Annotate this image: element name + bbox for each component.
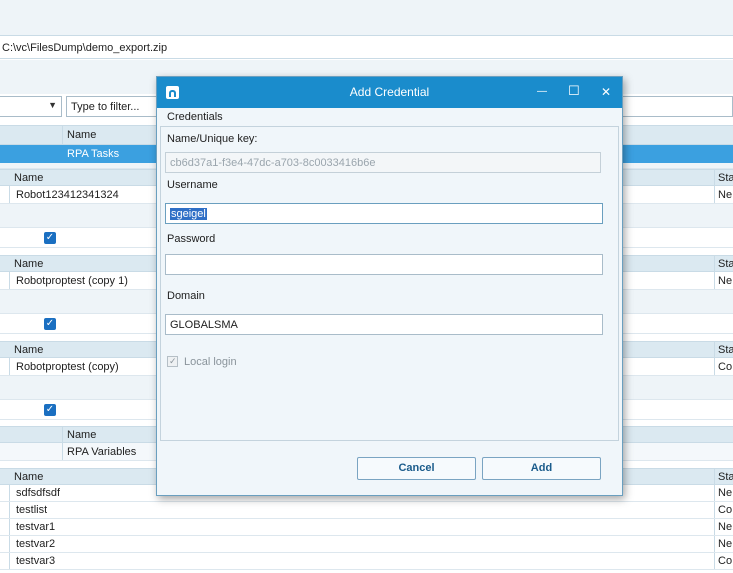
status-header: Sta bbox=[718, 343, 733, 356]
name-header: Name bbox=[14, 343, 44, 356]
name-header: Name bbox=[14, 470, 44, 483]
filter-placeholder: Type to filter... bbox=[71, 100, 140, 113]
export-path-text: C:\vc\FilesDump\demo_export.zip bbox=[2, 41, 168, 54]
local-login-label: Local login bbox=[184, 356, 237, 368]
row-name: sdfsdfsdf bbox=[16, 487, 61, 499]
row-name: Robotproptest (copy) bbox=[16, 360, 119, 373]
maximize-icon[interactable]: ☐ bbox=[568, 84, 580, 97]
checkbox-checked[interactable]: ✓ bbox=[44, 404, 56, 416]
row-status: Co bbox=[718, 555, 733, 567]
rpa-variables-label: RPA Variables bbox=[67, 445, 137, 458]
name-header: Name bbox=[14, 171, 44, 184]
rpa-tasks-label: RPA Tasks bbox=[67, 148, 120, 160]
export-path-field[interactable]: C:\vc\FilesDump\demo_export.zip bbox=[0, 37, 733, 59]
name-key-field[interactable]: cb6d37a1-f3e4-47dc-a703-8c0033416b6e bbox=[165, 152, 601, 173]
status-header: Sta bbox=[718, 257, 733, 270]
checkmark-icon: ✓ bbox=[169, 356, 177, 366]
table-row[interactable]: testvar2 Ne bbox=[0, 536, 733, 553]
dialog-titlebar[interactable]: Add Credential — ☐ ✕ bbox=[157, 77, 622, 108]
row-status: Co bbox=[718, 504, 733, 516]
row-name: testvar3 bbox=[16, 555, 56, 567]
row-status: Co bbox=[718, 360, 733, 373]
row-status: Ne bbox=[718, 274, 733, 287]
row-status: Ne bbox=[718, 538, 733, 550]
domain-field[interactable]: GLOBALSMA bbox=[165, 314, 603, 335]
variables-name-header: Name bbox=[67, 428, 97, 441]
password-label: Password bbox=[167, 233, 216, 245]
name-key-value: cb6d37a1-f3e4-47dc-a703-8c0033416b6e bbox=[170, 156, 376, 169]
credentials-section-title: Credentials bbox=[167, 111, 223, 123]
name-key-label: Name/Unique key: bbox=[167, 133, 258, 145]
domain-label: Domain bbox=[167, 290, 205, 302]
row-name: testlist bbox=[16, 504, 48, 516]
minimize-icon[interactable]: — bbox=[537, 86, 547, 98]
domain-value: GLOBALSMA bbox=[170, 318, 238, 331]
row-status: Ne bbox=[718, 521, 733, 533]
top-toolbar bbox=[0, 0, 733, 36]
row-status: Ne bbox=[718, 188, 733, 201]
row-name: testvar2 bbox=[16, 538, 56, 550]
checkbox-checked[interactable]: ✓ bbox=[44, 232, 56, 244]
cancel-button[interactable]: Cancel bbox=[357, 457, 476, 480]
table-row[interactable]: testlist Co bbox=[0, 502, 733, 519]
row-name: testvar1 bbox=[16, 521, 56, 533]
credentials-panel bbox=[160, 126, 619, 441]
add-credential-dialog: Add Credential — ☐ ✕ Credentials Name/Un… bbox=[156, 76, 623, 496]
table-row[interactable]: testvar1 Ne bbox=[0, 519, 733, 536]
status-header: Sta bbox=[718, 470, 733, 483]
row-name: Robot123412341324 bbox=[16, 188, 119, 201]
tasks-name-header: Name bbox=[67, 129, 97, 141]
close-icon[interactable]: ✕ bbox=[601, 86, 611, 98]
table-row[interactable]: testvar3 Co bbox=[0, 553, 733, 570]
local-login-checkbox[interactable]: ✓ bbox=[167, 356, 178, 367]
username-field[interactable]: sgeigel bbox=[165, 203, 603, 224]
row-name: Robotproptest (copy 1) bbox=[16, 274, 128, 287]
username-label: Username bbox=[167, 179, 218, 191]
name-header: Name bbox=[14, 257, 44, 270]
row-status: Ne bbox=[718, 487, 733, 499]
dialog-title: Add Credential bbox=[349, 85, 430, 99]
chevron-down-icon: ▼ bbox=[48, 100, 57, 110]
username-value: sgeigel bbox=[170, 207, 207, 220]
checkbox-checked[interactable]: ✓ bbox=[44, 318, 56, 330]
add-button[interactable]: Add bbox=[482, 457, 601, 480]
password-field[interactable] bbox=[165, 254, 603, 275]
type-dropdown[interactable]: ▼ bbox=[0, 96, 62, 117]
status-header: Sta bbox=[718, 171, 733, 184]
